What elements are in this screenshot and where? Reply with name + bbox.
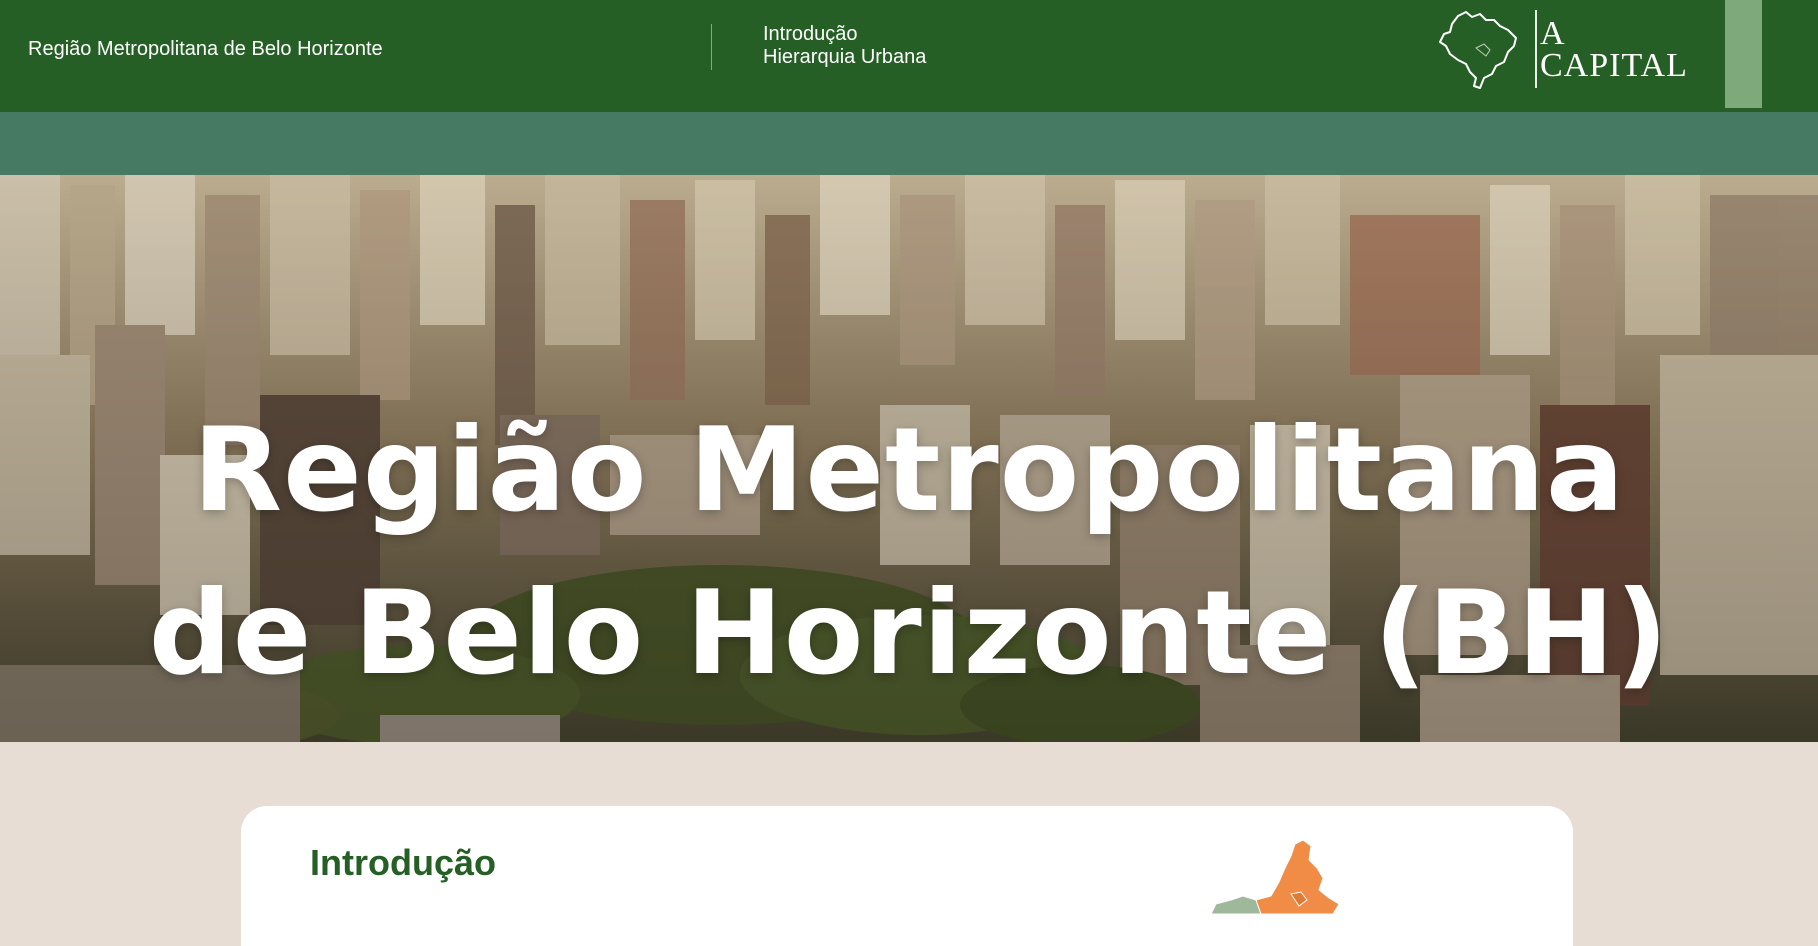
hero-banner: Região Metropolitana de Belo Horizonte (… (0, 175, 1818, 742)
top-header: Região Metropolitana de Belo Horizonte I… (0, 0, 1818, 112)
secondary-band (0, 112, 1818, 175)
hero-title-line-2: de Belo Horizonte (BH) (148, 565, 1670, 701)
nav-link-introducao[interactable]: Introdução (763, 23, 926, 46)
menu-tab-button[interactable] (1725, 0, 1762, 108)
brazil-map-icon (1439, 11, 1517, 89)
intro-heading: Introdução (310, 842, 496, 883)
main-nav: Introdução Hierarquia Urbana (763, 23, 926, 69)
hero-title: Região Metropolitana de Belo Horizonte (… (0, 389, 1818, 715)
intro-card: Introdução (241, 806, 1573, 946)
site-title[interactable]: Região Metropolitana de Belo Horizonte (28, 37, 383, 61)
brand-line-2: CAPITAL (1540, 47, 1688, 84)
brand-line-1: A (1540, 15, 1566, 52)
hero-title-line-1: Região Metropolitana (192, 402, 1626, 538)
nav-link-hierarquia-urbana[interactable]: Hierarquia Urbana (763, 46, 926, 69)
brand-wordmark: A CAPITAL (1540, 15, 1688, 84)
brand-divider (1535, 10, 1537, 88)
brand-logo[interactable]: A CAPITAL (1436, 6, 1706, 90)
nav-divider (711, 24, 712, 70)
rmbh-municipalities-map (1210, 839, 1340, 914)
